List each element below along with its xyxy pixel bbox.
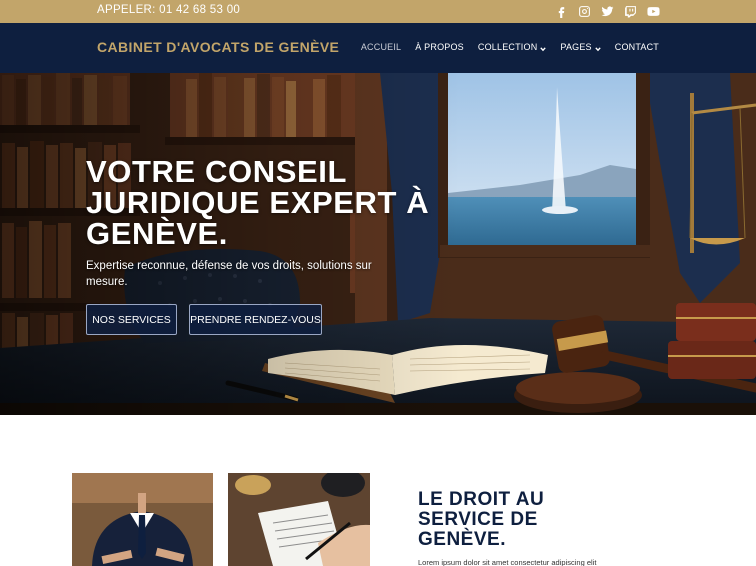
site-brand[interactable]: CABINET D'AVOCATS DE GENÈVE [97,39,339,55]
chevron-down-icon [540,44,547,52]
nav-item-accueil[interactable]: ACCUEIL [361,42,401,52]
youtube-icon[interactable] [646,4,660,18]
hero-subtitle: Expertise reconnue, défense de vos droit… [86,260,372,288]
social-links [554,4,660,18]
nav-item-a-propos[interactable]: À PROPOS [415,42,464,52]
nav-item-collection[interactable]: COLLECTION [478,42,547,52]
facebook-icon[interactable] [554,4,568,18]
twitch-icon[interactable] [623,4,637,18]
services-button[interactable]: NOS SERVICES [86,304,177,335]
nav-item-label: COLLECTION [477,42,538,52]
nav-item-label: À PROPOS [415,42,464,52]
main-header: CABINET D'AVOCATS DE GENÈVE ACCUEIL À PR… [0,23,756,73]
chevron-down-icon [595,44,601,52]
signing-document-photo [228,473,370,566]
lawyer-photo [72,473,213,566]
intro-section: LE DROIT AU SERVICE DE GENÈVE. Lorem ips… [0,415,756,566]
twitter-icon[interactable] [600,4,614,18]
appointment-button[interactable]: PRENDRE RENDEZ-VOUS [189,304,322,335]
instagram-icon[interactable] [577,4,591,18]
nav-item-pages[interactable]: PAGES [560,42,601,52]
hero-section: VOTRE CONSEIL JURIDIQUE EXPERT À GENÈVE.… [0,73,756,415]
main-nav: ACCUEIL À PROPOS COLLECTION PAGES CONTAC… [361,42,659,52]
nav-item-label: ACCUEIL [360,42,402,52]
nav-item-label: PAGES [560,42,592,52]
top-bar: APPELER: 01 42 68 53 00 [0,0,756,23]
section-text: Lorem ipsum dolor sit amet consectetur a… [418,558,597,566]
section-title: LE DROIT AU SERVICE DE GENÈVE. [418,489,545,550]
document-image [228,473,370,566]
hero-title: VOTRE CONSEIL JURIDIQUE EXPERT À GENÈVE. [86,154,430,251]
nav-item-label: CONTACT [614,42,659,52]
lawyer-image [72,473,213,566]
nav-item-contact[interactable]: CONTACT [615,42,659,52]
phone-number[interactable]: APPELER: 01 42 68 53 00 [97,4,240,16]
